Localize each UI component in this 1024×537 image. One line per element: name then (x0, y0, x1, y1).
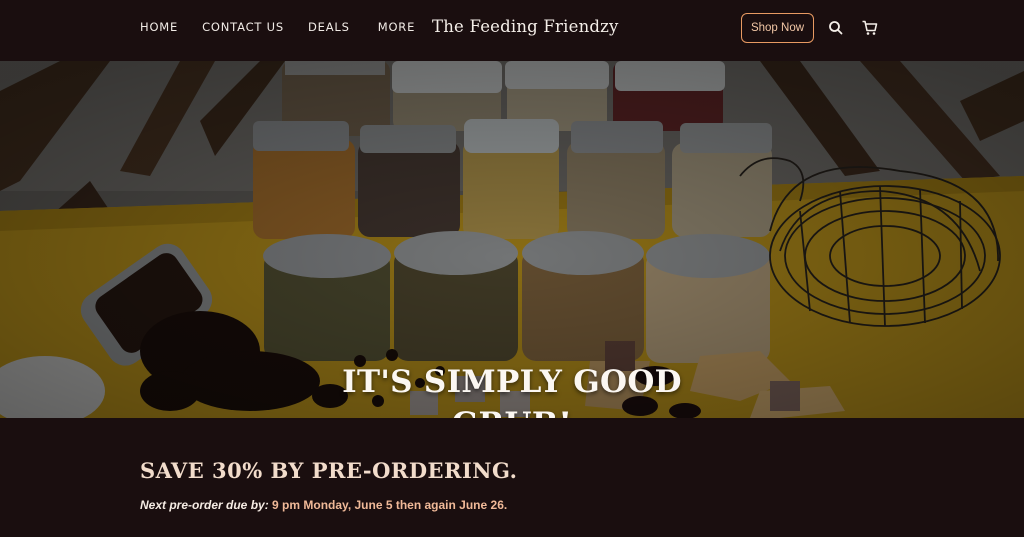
hero-heading-line1: IT'S SIMPLY GOOD (342, 364, 682, 400)
site-header: HOME CONTACT US DEALS MORE The Feeding F… (0, 0, 1024, 61)
nav-contact-us[interactable]: CONTACT US (202, 20, 284, 34)
promo-deadline: Next pre-order due by: 9 pm Monday, June… (140, 498, 507, 512)
search-icon[interactable] (827, 19, 845, 37)
shop-now-button[interactable]: Shop Now (741, 13, 814, 43)
nav-deals[interactable]: DEALS (308, 20, 350, 34)
promo-deadline-label: Next pre-order due by: (140, 498, 269, 512)
main-nav: HOME CONTACT US DEALS MORE (140, 20, 439, 34)
promo-deadline-date: 9 pm Monday, June 5 then again June 26. (268, 498, 508, 512)
hero-heading: IT'S SIMPLY GOOD GRUB! (0, 361, 1024, 418)
hero-banner: IT'S SIMPLY GOOD GRUB! (0, 61, 1024, 418)
nav-more[interactable]: MORE (378, 20, 415, 34)
site-logo[interactable]: The Feeding Friendzy (432, 17, 619, 36)
hero-heading-line2: GRUB! (0, 403, 1024, 418)
promo-section: SAVE 30% BY PRE-ORDERING. Next pre-order… (0, 418, 1024, 537)
nav-home[interactable]: HOME (140, 20, 178, 34)
promo-title: SAVE 30% BY PRE-ORDERING. (140, 458, 518, 483)
cart-icon[interactable] (861, 19, 879, 37)
